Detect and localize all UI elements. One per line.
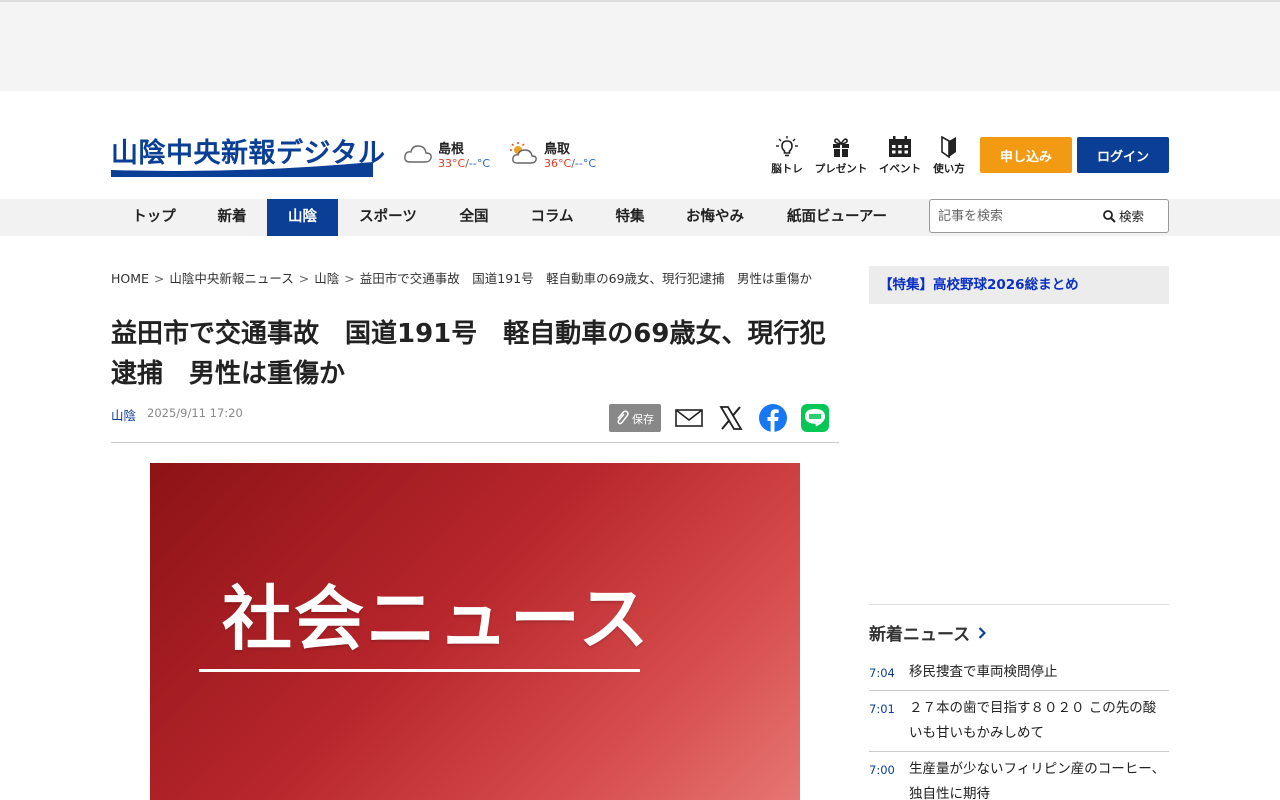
breadcrumb-current: 益田市で交通事故 国道191号 軽自動車の69歳女、現行犯逮捕 男性は重傷か [359,271,813,286]
news-time: 7:01 [869,702,895,716]
site-header: 山陰中央新報デジタル 島根 33°C/--°C 鳥取 36°C/--°C 脳トレ… [0,91,1280,199]
news-time: 7:00 [869,763,895,777]
breadcrumb-sanin[interactable]: 山陰 [314,271,339,286]
breadcrumb-separator: > [298,271,310,286]
icon-label: 脳トレ [771,163,803,175]
nav-item-sports[interactable]: スポーツ [338,199,438,236]
mail-icon[interactable] [675,404,703,432]
search-box: 検索 [929,199,1169,233]
event-link[interactable]: イベント [876,136,924,176]
facebook-icon[interactable] [759,404,787,432]
news-list-item[interactable]: 7:04 移民捜査で車両検問停止 [869,655,1169,691]
breadcrumb: HOME > 山陰中央新報ニュース > 山陰 > 益田市で交通事故 国道191号 軽自動車の… [111,268,812,287]
nav-item-feature[interactable]: 特集 [594,199,666,236]
news-text: 移民捜査で車両検問停止 [909,664,1058,680]
nav-item-paper-viewer[interactable]: 紙面ビューアー [764,199,910,236]
apply-button[interactable]: 申し込み [980,137,1072,173]
breadcrumb-separator: > [153,271,165,286]
save-label: 保存 [632,413,654,426]
article-hero-image: 社会ニュース [150,463,800,800]
nav-item-column[interactable]: コラム [510,199,594,236]
icon-label: イベント [879,163,921,175]
lightbulb-icon [776,136,798,157]
nav-item-obituary[interactable]: お悔やみ [666,199,764,236]
news-list-item[interactable]: 7:00 生産量が少ないフィリピン産のコーヒー、独自性に期待 [869,752,1169,800]
search-icon [1103,210,1116,223]
news-text: 生産量が少ないフィリピン産のコーヒー、独自性に期待 [909,761,1166,800]
breadcrumb-news[interactable]: 山陰中央新報ニュース [169,271,293,286]
news-heading-label: 新着ニュース [869,625,971,645]
feature-banner[interactable]: 【特集】高校野球2026総まとめ [869,266,1169,304]
x-icon[interactable] [717,404,745,432]
icon-label: 使い方 [933,163,965,175]
search-button[interactable]: 検索 [1103,206,1144,226]
breadcrumb-home[interactable]: HOME [111,271,149,286]
article-title: 益田市で交通事故 国道191号 軽自動車の69歳女、現行犯逮捕 男性は重傷か [111,319,826,389]
chevron-right-icon [978,627,987,639]
article-category[interactable]: 山陰 [111,405,136,424]
search-input[interactable] [938,206,1098,226]
calendar-icon [889,136,911,157]
news-list-item[interactable]: 7:01 ２７本の歯で目指す８０２０ この先の酸いも甘いもかみしめて [869,691,1169,752]
news-heading[interactable]: 新着ニュース [869,620,987,645]
present-link[interactable]: プレゼント [812,136,870,176]
sidebar-divider [869,604,1169,605]
nav-item-new[interactable]: 新着 [197,199,267,236]
gift-icon [833,138,849,157]
news-time: 7:04 [869,666,895,680]
nav-item-top[interactable]: トップ [111,199,197,236]
news-text: ２７本の歯で目指す８０２０ この先の酸いも甘いもかみしめて [909,700,1157,741]
hero-text: 社会ニュース [222,578,651,660]
article-date: 2025/9/11 17:20 [147,406,243,420]
icon-label: プレゼント [814,163,868,175]
beginner-mark-icon [941,136,956,158]
search-button-label: 検索 [1119,209,1145,224]
nav-item-sanin[interactable]: 山陰 [267,199,338,236]
breadcrumb-separator: > [344,271,355,286]
main-nav: トップ 新着 山陰 スポーツ 全国 コラム 特集 お悔やみ 紙面ビューアー 検索 [0,199,1280,236]
brain-training-link[interactable]: 脳トレ [766,136,808,176]
ad-banner-area [0,0,1280,91]
article-divider [111,442,839,443]
login-button[interactable]: ログイン [1077,137,1169,173]
nav-item-national[interactable]: 全国 [438,199,510,236]
save-button[interactable]: 保存 [609,404,661,432]
how-to-use-link[interactable]: 使い方 [930,136,968,176]
line-icon[interactable] [801,404,829,432]
hero-underline [199,669,640,672]
paperclip-icon [617,410,629,425]
